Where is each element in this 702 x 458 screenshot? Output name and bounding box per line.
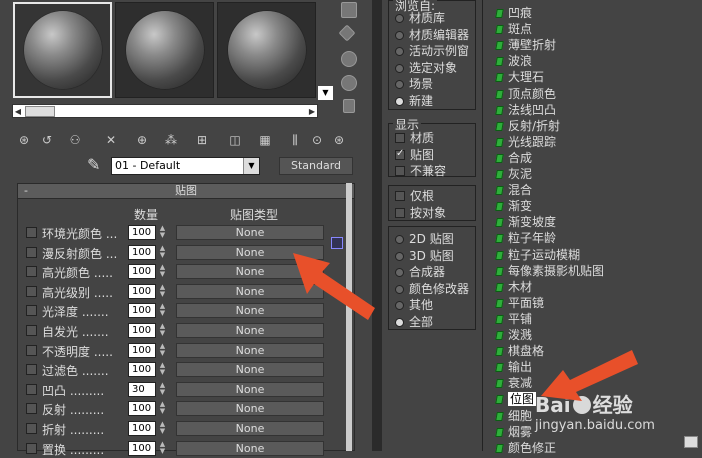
annotation-arrows <box>293 253 638 401</box>
annotation-arrow-left <box>293 253 375 320</box>
annotation-arrow-right <box>541 350 638 401</box>
